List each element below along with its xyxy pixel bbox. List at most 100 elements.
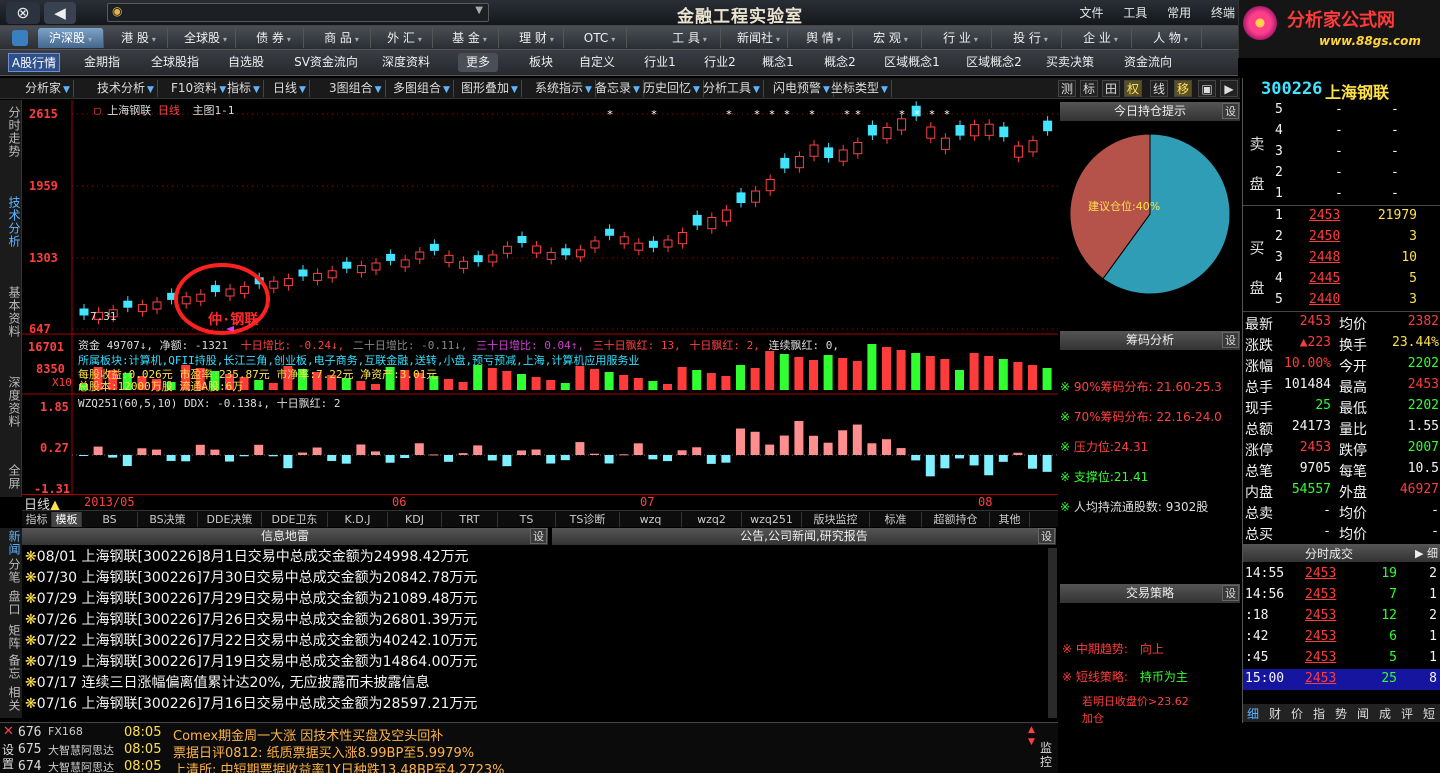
market-tab[interactable]: 宏 观 ▾ [860,28,922,48]
market-tab[interactable]: 理 财 ▾ [510,28,564,48]
ask-row[interactable]: 1 - - [1243,184,1440,205]
market-tab[interactable]: 工 具 ▾ [659,28,721,48]
chart-tool[interactable]: 闪电预警 ▼ [770,80,834,97]
market-tab[interactable]: 外 汇 ▾ [377,28,433,48]
indicator-tab[interactable]: 版块监控 [802,512,870,527]
feature-tab[interactable]: 自选股 [220,53,272,72]
indicator-tab[interactable]: K.D.J [328,512,388,527]
chart-mode-button[interactable]: 线 [1150,80,1168,97]
chart-tool[interactable]: 分析家 ▼ [22,80,74,97]
news-item[interactable]: ❋07/17 连续三日涨幅偏离值累计达20%, 无应披露而未披露信息 [25,672,430,693]
indicator-tab[interactable]: BS决策 [138,512,198,527]
news-item[interactable]: ❋07/22 上海钢联[300226]7月22日交易中总成交金额为40242.1… [25,630,477,651]
feature-tab[interactable]: 自定义 [574,53,620,72]
ticker-row[interactable]: 674 大智慧阿思达 08:05 上清所: 中短期票据收益率1Y日种跌13.48BP至… [0,759,1030,773]
chart-mode-button[interactable]: 田 [1102,80,1120,97]
chart-tool[interactable]: 历史回忆 ▼ [640,80,704,97]
view-tab[interactable]: 全屏 [2,464,21,490]
view-tab[interactable]: 分时走势 [2,106,21,158]
chart-mode-button[interactable]: 移 [1174,80,1192,97]
news-scrollbar[interactable] [1048,548,1057,718]
window-icon[interactable]: ▣ [1198,80,1216,97]
ask-row[interactable]: 4 - - [1243,121,1440,142]
feature-tab[interactable]: 概念2 [816,53,864,72]
feature-tab[interactable]: 行业1 [638,53,682,72]
feature-tab[interactable]: 深度资料 [374,53,438,72]
chart-tool[interactable]: 分析工具 ▼ [700,80,764,97]
indicator-tab[interactable]: BS [82,512,138,527]
feature-tab[interactable]: 行业2 [696,53,744,72]
market-tab[interactable]: 人 物 ▾ [1140,28,1202,48]
chart-tool[interactable]: 坐标类型 ▼ [828,80,892,97]
announcement-settings-button[interactable]: 设 [1038,528,1055,544]
ask-row[interactable]: 3 - - [1243,142,1440,163]
indicator-tab[interactable]: DDE决策 [198,512,262,527]
position-settings-button[interactable]: 设 [1222,103,1239,119]
bid-row[interactable]: 1 2453 21979 [1243,206,1440,227]
chart-tool[interactable]: 指标 ▼ [224,80,264,97]
app-logo-icon[interactable]: ⊗ [6,2,40,24]
market-tab[interactable]: 行 业 ▾ [930,28,992,48]
market-tab[interactable]: 港 股 ▾ [110,28,168,48]
view-tab[interactable]: 技术分析 [2,196,21,248]
chart-tool[interactable]: 多图组合 ▼ [390,80,454,97]
market-tab[interactable]: OTC ▾ [573,28,627,48]
feature-tab[interactable]: 区域概念2 [958,53,1030,72]
view-tab[interactable]: 基本资料 [2,286,21,338]
news-side-tab[interactable]: 相关 [2,686,21,712]
feature-tab[interactable]: 全球股指 [144,53,206,72]
news-item[interactable]: ❋08/01 上海钢联[300226]8月1日交易中总成交金额为24998.42… [25,546,469,567]
quote-tab[interactable]: 指 [1309,705,1329,722]
scroll-down-icon[interactable]: ▼ [1028,737,1035,747]
feature-tab[interactable]: 区域概念1 [876,53,948,72]
close-icon[interactable]: ✕ [3,724,14,739]
menu-common[interactable]: 常用 [1167,6,1191,20]
news-side-tab[interactable]: 分笔 [2,558,21,584]
chart-tool[interactable]: 备忘录 ▼ [592,80,644,97]
feature-tab[interactable]: 概念1 [754,53,802,72]
menu-terminal[interactable]: 终端 [1211,6,1235,20]
menu-file[interactable]: 文件 [1079,6,1103,20]
market-tab[interactable]: 新闻社 ▾ [730,28,788,48]
strategy-settings-button[interactable]: 设 [1222,585,1239,601]
market-tab[interactable]: 全球股 ▾ [176,28,236,48]
chart-mode-button[interactable]: 标 [1080,80,1098,97]
quote-tab[interactable]: 闻 [1353,705,1373,722]
chart-mode-button[interactable]: 权 [1124,80,1142,97]
ticker-settings[interactable]: 设置 [2,743,14,771]
ask-row[interactable]: 2 - - [1243,163,1440,184]
news-item[interactable]: ❋07/19 上海钢联[300226]7月19日交易中总成交金额为14864.0… [25,651,477,672]
market-tab[interactable]: 投 行 ▾ [1000,28,1062,48]
market-tab[interactable]: 沪深股 ▾ [38,28,104,48]
chart-tool[interactable]: F10资料 ▼ [168,80,231,97]
indicator-tab[interactable]: wzq [620,512,682,527]
feature-tab[interactable]: 板块 [522,53,560,72]
market-tab[interactable]: 商 品 ▾ [313,28,371,48]
news-settings-button[interactable]: 设 [530,528,547,544]
ticks-more-button[interactable]: ▶ 细 [1415,545,1438,561]
market-tab[interactable]: 舆 情 ▾ [795,28,853,48]
ticker-row[interactable]: 675 大智慧阿思达 08:05 票据日评0812: 纸质票据买入涨8.99BP至5.… [0,742,1030,761]
bid-row[interactable]: 5 2440 3 [1243,290,1440,311]
home-icon[interactable] [12,30,28,46]
feature-tab[interactable]: 更多 [458,53,498,72]
chart-tool[interactable]: 日线 ▼ [270,80,310,97]
news-side-tab[interactable]: 矩阵 [2,624,21,650]
scroll-up-icon[interactable]: ▲ [1028,725,1035,735]
news-side-tab[interactable]: 新闻 [2,530,21,556]
indicator-tab[interactable]: TS [498,512,556,527]
quote-tab[interactable]: 评 [1397,705,1417,722]
news-item[interactable]: ❋07/26 上海钢联[300226]7月26日交易中总成交金额为26801.3… [25,609,477,630]
chart-mode-button[interactable]: 测 [1058,80,1076,97]
news-side-tab[interactable]: 备忘 [2,654,21,680]
quote-tab[interactable]: 细 [1243,705,1263,722]
view-tab[interactable]: 深度资料 [2,376,21,428]
bid-row[interactable]: 4 2445 5 [1243,269,1440,290]
panel-toggle-icon[interactable]: ▶ [1220,80,1238,97]
indicator-tab[interactable]: 指标 [22,512,52,527]
search-input[interactable]: ◉ ▼ [107,3,489,22]
back-arrow-icon[interactable]: ◀ [44,2,76,24]
chip-settings-button[interactable]: 设 [1222,332,1239,348]
feature-tab[interactable]: A股行情 [8,53,60,72]
indicator-tab[interactable]: TRT [442,512,498,527]
